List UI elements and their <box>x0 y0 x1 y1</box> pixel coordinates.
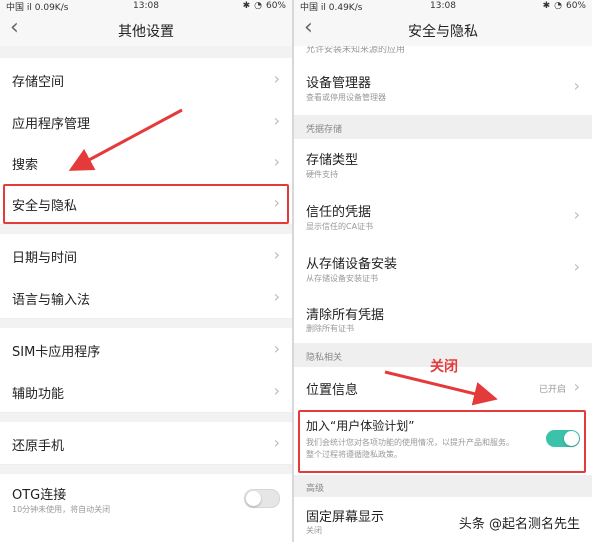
arrow-to-security-item <box>68 108 183 171</box>
annotation-arrows <box>68 108 498 406</box>
arrow-to-experience-toggle <box>384 370 498 406</box>
watermark: 头条 @起名测名先生 <box>458 517 580 532</box>
